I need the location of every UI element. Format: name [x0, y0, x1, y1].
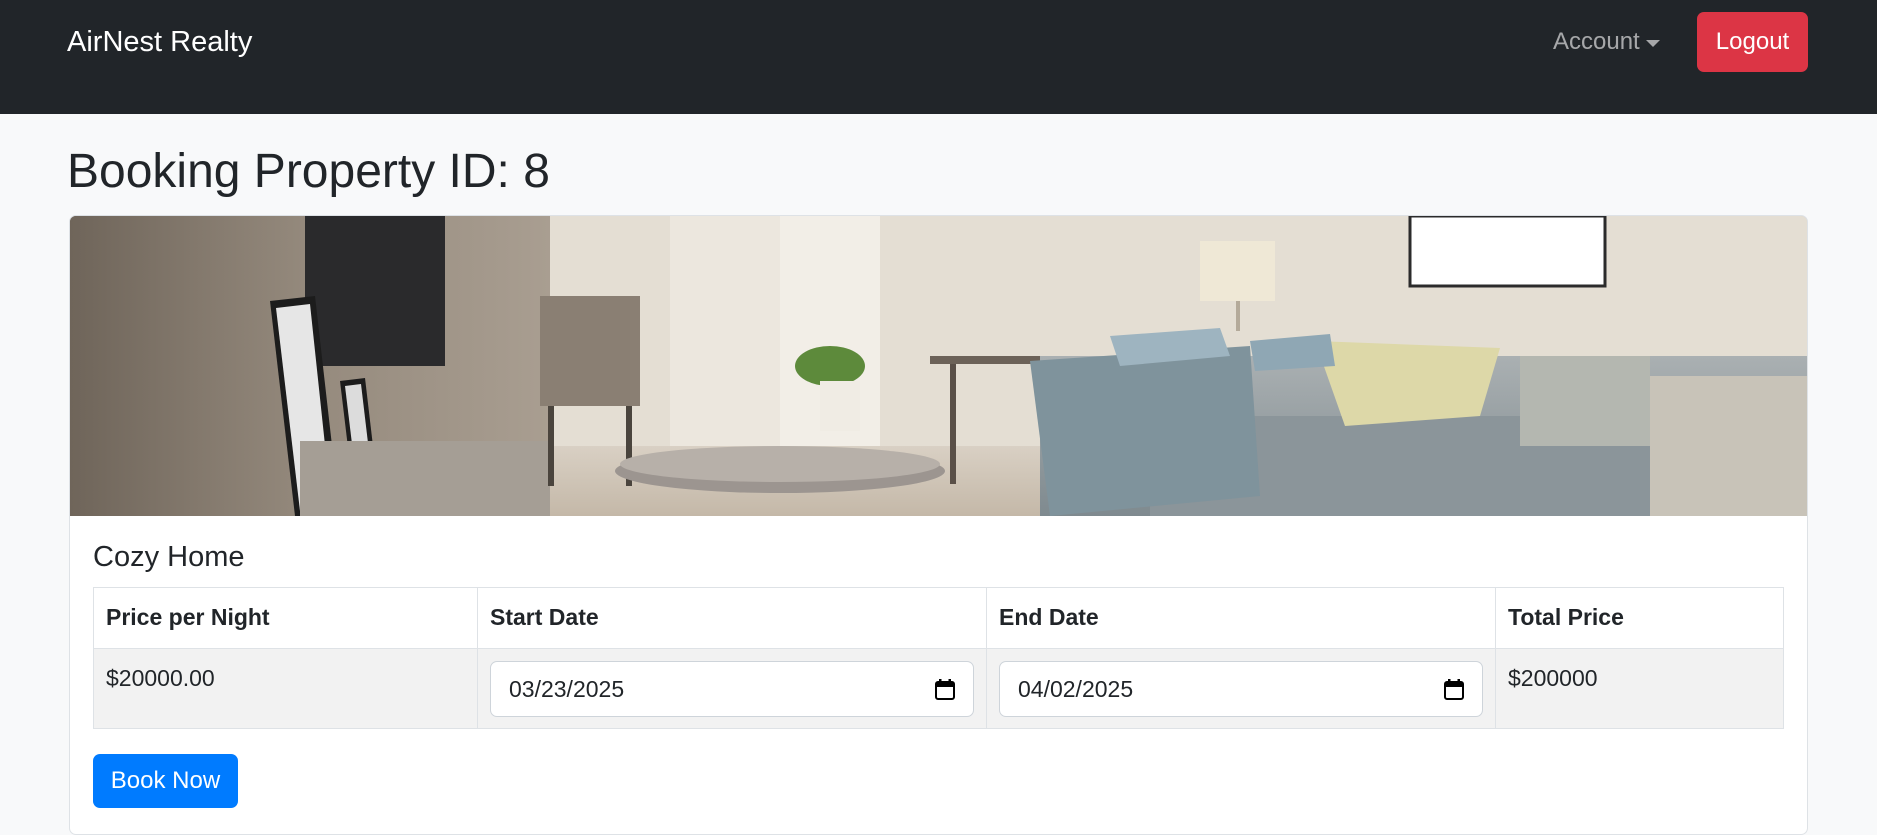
page-title: Booking Property ID: 8 [67, 145, 550, 198]
start-date-input[interactable]: 03/23/2025 [490, 661, 974, 717]
caret-down-icon [1645, 39, 1660, 47]
book-now-button[interactable]: Book Now [93, 754, 238, 808]
header-total-price: Total Price [1495, 587, 1784, 649]
property-name: Cozy Home [93, 541, 245, 573]
calendar-icon[interactable] [935, 678, 955, 700]
price-per-night-value: $20000.00 [93, 648, 478, 729]
end-date-value: 04/02/2025 [1018, 675, 1134, 702]
header-end-date: End Date [986, 587, 1496, 649]
brand-logo[interactable]: AirNest Realty [67, 22, 252, 62]
table-header-row: Price per Night Start Date End Date Tota… [93, 587, 1784, 649]
booking-table: Price per Night Start Date End Date Tota… [93, 587, 1784, 729]
logout-button[interactable]: Logout [1697, 12, 1808, 72]
account-label: Account [1553, 28, 1640, 55]
top-navbar: AirNest Realty Account Logout [0, 0, 1877, 114]
calendar-icon[interactable] [1444, 678, 1464, 700]
start-date-cell: 03/23/2025 [477, 648, 987, 729]
property-image [70, 216, 1807, 516]
end-date-cell: 04/02/2025 [986, 648, 1496, 729]
property-card: Cozy Home Price per Night Start Date End… [69, 215, 1808, 835]
start-date-value: 03/23/2025 [509, 675, 625, 702]
end-date-input[interactable]: 04/02/2025 [999, 661, 1483, 717]
header-start-date: Start Date [477, 587, 987, 649]
table-row: $20000.00 03/23/2025 04/02/2025 $200000 [93, 648, 1784, 729]
living-room-photo-icon [70, 216, 1807, 516]
account-dropdown[interactable]: Account [1553, 23, 1660, 61]
header-price-per-night: Price per Night [93, 587, 478, 649]
total-price-value: $200000 [1495, 648, 1784, 729]
